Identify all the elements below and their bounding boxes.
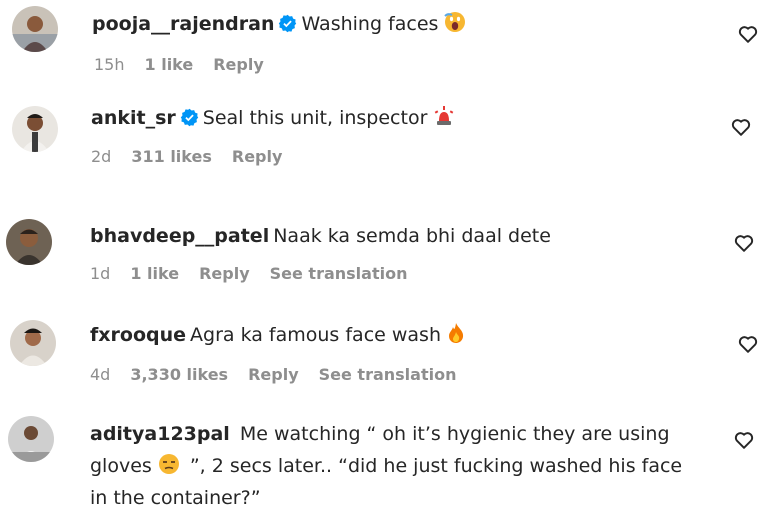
likes-count[interactable]: 1 like [130,264,179,283]
fire-icon [449,323,464,343]
avatar[interactable] [6,219,52,265]
reply-button[interactable]: Reply [232,147,283,166]
see-translation-link[interactable]: See translation [319,365,457,384]
comment-meta: 1d 1 like Reply See translation [90,264,427,283]
verified-badge-icon [180,108,198,127]
username[interactable]: ankit_sr [91,107,176,129]
police-siren-icon [435,106,454,125]
likes-count[interactable]: 311 likes [131,147,212,166]
username[interactable]: fxrooque [90,324,186,346]
username[interactable]: pooja__rajendran [92,13,274,35]
reply-button[interactable]: Reply [213,55,264,74]
comment-meta: 15h 1 like Reply [94,55,284,74]
likes-count[interactable]: 1 like [145,55,194,74]
avatar[interactable] [10,320,56,366]
comment-time: 2d [91,147,112,166]
heart-icon[interactable] [730,116,752,138]
unamused-face-icon [158,454,179,474]
reply-button[interactable]: Reply [248,365,299,384]
comment-text: Washing faces [301,13,439,35]
comment-meta: 4d 3,330 likes Reply See translation [90,365,476,384]
comment-text: Agra ka famous face wash [190,324,441,346]
heart-icon[interactable] [737,333,759,355]
comment-text-line: pooja__rajendran Washing faces [92,9,466,39]
heart-icon[interactable] [733,232,755,254]
avatar[interactable] [8,416,54,462]
comment-text-line: fxrooque Agra ka famous face wash [90,320,465,350]
comment-time: 1d [90,264,111,283]
verified-badge-icon [279,14,297,33]
username[interactable]: aditya123pal [90,423,230,445]
comment-time: 15h [94,55,125,74]
avatar[interactable] [12,106,58,152]
avatar[interactable] [12,6,58,52]
comment-text: Naak ka semda bhi daal dete [273,225,551,247]
comment-text-line: ankit_sr Seal this unit, inspector [91,103,455,133]
comment-text-line: aditya123pal Me watching “ oh it’s hygie… [90,418,700,514]
comment-meta: 2d 311 likes Reply [91,147,302,166]
likes-count[interactable]: 3,330 likes [130,365,228,384]
comment-text-line: bhavdeep__patel Naak ka semda bhi daal de… [90,221,551,251]
face-screaming-icon [444,12,466,32]
heart-icon[interactable] [737,23,759,45]
reply-button[interactable]: Reply [199,264,250,283]
comment-text: Seal this unit, inspector [202,107,428,129]
username[interactable]: bhavdeep__patel [90,225,269,247]
comment-time: 4d [90,365,111,384]
heart-icon[interactable] [733,429,755,451]
see-translation-link[interactable]: See translation [270,264,408,283]
